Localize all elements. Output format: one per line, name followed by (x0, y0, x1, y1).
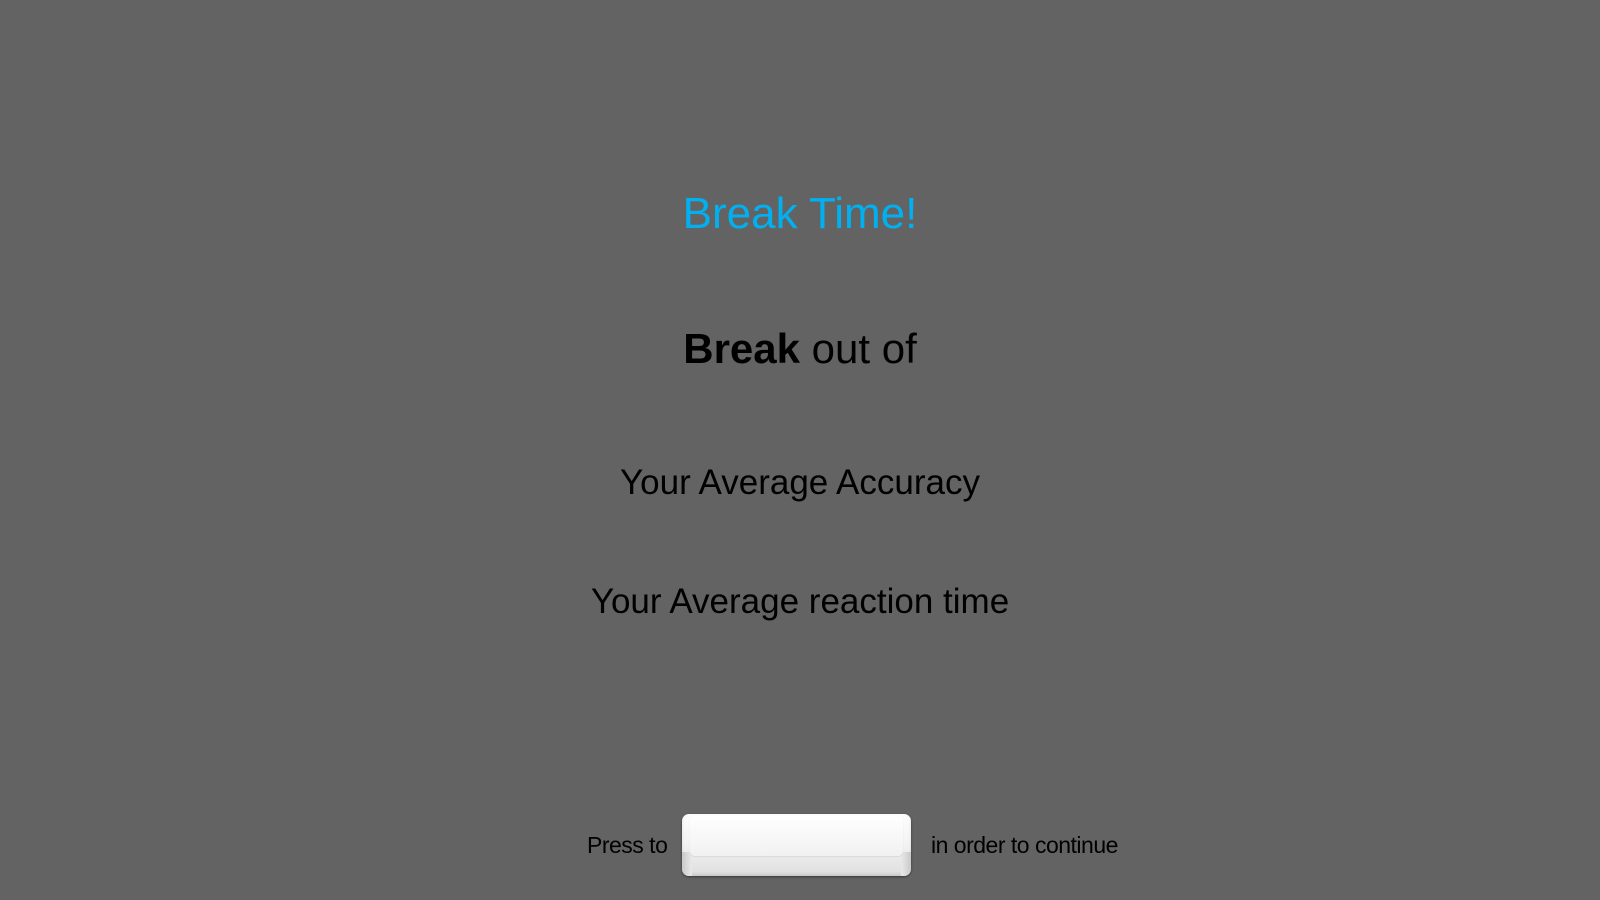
spacebar-top-face (690, 816, 903, 856)
spacebar-key-icon[interactable] (682, 814, 911, 876)
block-progress-bold-word: Break (683, 325, 800, 372)
press-to-text: Press to (587, 832, 668, 858)
average-accuracy-label: Your Average Accuracy (620, 463, 980, 502)
spacebar-right-edge (901, 852, 911, 876)
continue-instruction: Press to in order to continue (0, 812, 1600, 878)
block-progress-text: Break out of (0, 321, 1600, 377)
average-reaction-time-label: Your Average reaction time (590, 582, 1010, 621)
block-progress-rest: out of (800, 325, 917, 372)
break-screen: Break Time! Break out of Your Average Ac… (0, 0, 1600, 900)
continue-text: in order to continue (931, 832, 1118, 858)
break-title: Break Time! (682, 189, 918, 238)
spacebar-left-edge (682, 852, 692, 876)
